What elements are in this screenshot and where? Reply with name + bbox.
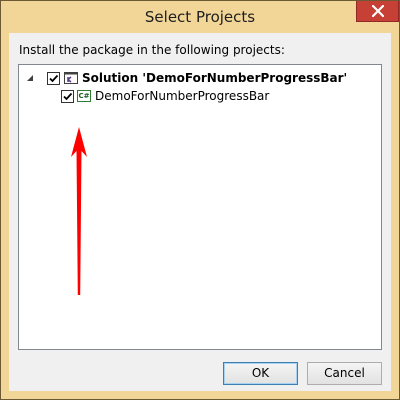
tree-item-project[interactable]: C# DemoForNumberProgressBar — [61, 87, 269, 105]
title-bar[interactable]: Select Projects — [1, 1, 399, 33]
tree-item-solution[interactable]: Solution 'DemoForNumberProgressBar' — [24, 69, 347, 87]
csharp-project-icon: C# — [77, 90, 91, 102]
checkmark-icon — [49, 74, 59, 82]
project-label: DemoForNumberProgressBar — [95, 89, 270, 103]
solution-checkbox[interactable] — [47, 71, 60, 85]
expand-triangle-icon[interactable] — [24, 72, 36, 84]
close-button[interactable] — [356, 1, 399, 22]
window-title: Select Projects — [144, 8, 256, 26]
checkmark-icon — [63, 92, 73, 100]
red-arrow-annotation-icon — [71, 127, 87, 295]
project-checkbox[interactable] — [61, 89, 74, 103]
close-icon — [372, 5, 384, 17]
solution-icon — [63, 70, 79, 86]
solution-label: Solution 'DemoForNumberProgressBar' — [82, 71, 348, 85]
dialog-client-area: Install the package in the following pro… — [9, 33, 391, 391]
project-tree[interactable]: Solution 'DemoForNumberProgressBar' C# D… — [18, 64, 382, 350]
cancel-button[interactable]: Cancel — [307, 362, 382, 385]
ok-button[interactable]: OK — [223, 362, 298, 385]
instruction-label: Install the package in the following pro… — [19, 43, 285, 57]
select-projects-dialog: Select Projects Install the package in t… — [0, 0, 400, 400]
